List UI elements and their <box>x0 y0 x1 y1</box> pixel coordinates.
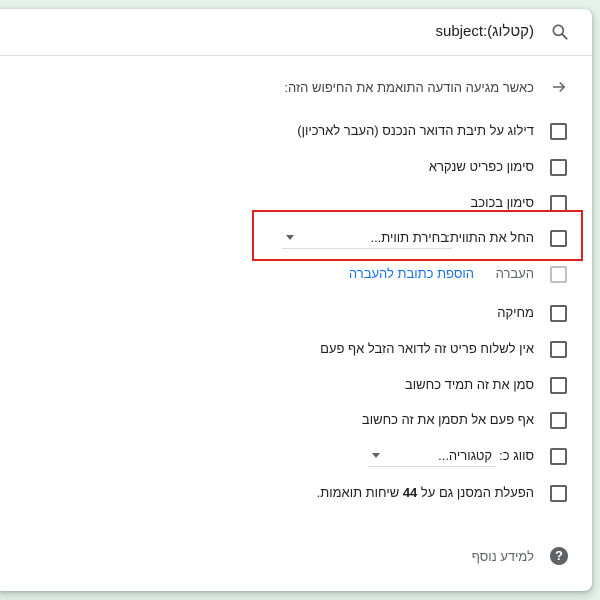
category-select[interactable]: קטגוריה... <box>368 444 496 467</box>
apply-label-highlight <box>252 210 583 261</box>
star-label[interactable]: סימון בכוכב <box>470 195 534 210</box>
categorize-label[interactable]: סווג כ: <box>499 448 534 463</box>
skip-inbox-checkbox[interactable] <box>550 123 567 140</box>
delete-checkbox[interactable] <box>550 305 567 322</box>
option-never-spam[interactable]: אין לשלוח פריט זה לדואר הזבל אף פעם <box>0 335 592 363</box>
also-apply-checkbox[interactable] <box>550 485 567 502</box>
arrow-right-icon <box>553 81 566 93</box>
delete-label[interactable]: מחיקה <box>497 305 534 320</box>
filter-panel: (קטלוג):subject כאשר מגיעה הודעה התואמת … <box>0 9 592 591</box>
also-apply-count: 44 <box>402 485 418 500</box>
chevron-down-icon <box>372 453 380 458</box>
search-query[interactable]: (קטלוג):subject <box>435 23 534 40</box>
option-forward[interactable]: העברה הוספת כתובת להעברה <box>0 260 592 288</box>
option-also-apply[interactable]: הפעלת המסנן גם על 44 שיחות תואמות. <box>0 479 592 507</box>
never-spam-label[interactable]: אין לשלוח פריט זה לדואר הזבל אף פעם <box>320 341 534 356</box>
filter-criteria-header: כאשר מגיעה הודעה התואמת את החיפוש הזה: <box>0 77 592 99</box>
never-important-checkbox[interactable] <box>550 412 567 429</box>
also-apply-suffix: שיחות תואמות. <box>316 485 400 500</box>
forward-label: העברה <box>495 266 534 281</box>
never-spam-checkbox[interactable] <box>550 341 567 358</box>
option-mark-read[interactable]: סימון כפריט שנקרא <box>0 153 592 181</box>
option-always-important[interactable]: סמן את זה תמיד כחשוב <box>0 371 592 399</box>
never-important-label[interactable]: אף פעם אל תסמן את זה כחשוב <box>362 412 534 427</box>
categorize-checkbox[interactable] <box>550 448 567 465</box>
filter-criteria-label: כאשר מגיעה הודעה התואמת את החיפוש הזה: <box>284 80 534 95</box>
option-skip-inbox[interactable]: דילוג על תיבת הדואר הנכנס (העבר לארכיון) <box>0 117 592 145</box>
learn-more[interactable]: ? למידע נוסף <box>0 545 592 569</box>
skip-inbox-label[interactable]: דילוג על תיבת הדואר הנכנס (העבר לארכיון) <box>297 123 534 138</box>
search-bar[interactable]: (קטלוג):subject <box>0 9 592 56</box>
also-apply-prefix: הפעלת המסנן גם על <box>420 485 534 500</box>
always-important-checkbox[interactable] <box>550 377 567 394</box>
mark-read-checkbox[interactable] <box>550 159 567 176</box>
forward-checkbox[interactable] <box>550 266 567 283</box>
search-icon[interactable] <box>550 22 570 42</box>
always-important-label[interactable]: סמן את זה תמיד כחשוב <box>405 377 534 392</box>
mark-read-label[interactable]: סימון כפריט שנקרא <box>429 159 534 174</box>
also-apply-label[interactable]: הפעלת המסנן גם על 44 שיחות תואמות. <box>317 485 534 500</box>
help-icon[interactable]: ? <box>550 547 568 565</box>
learn-more-link[interactable]: למידע נוסף <box>472 549 534 564</box>
option-never-important[interactable]: אף פעם אל תסמן את זה כחשוב <box>0 406 592 434</box>
option-delete[interactable]: מחיקה <box>0 299 592 327</box>
add-forwarding-address-link[interactable]: הוספת כתובת להעברה <box>349 266 474 281</box>
category-select-value: קטגוריה... <box>438 448 492 463</box>
option-categorize[interactable]: סווג כ: קטגוריה... <box>0 442 592 470</box>
